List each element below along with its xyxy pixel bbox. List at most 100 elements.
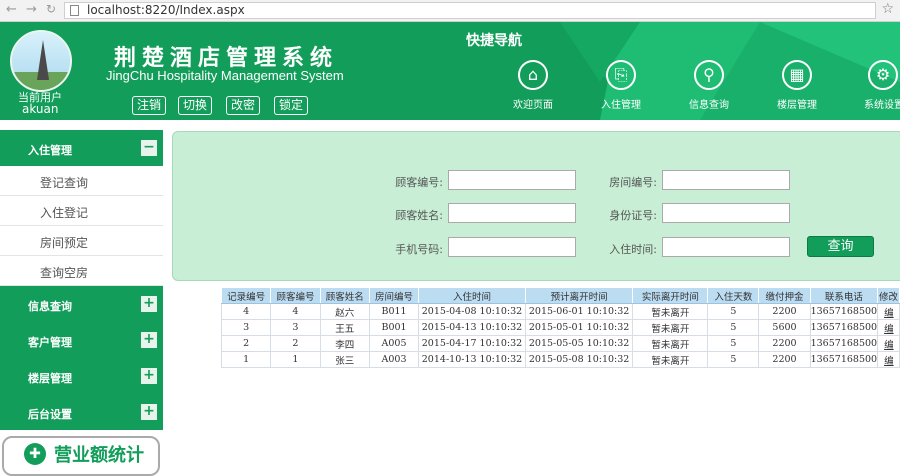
section-label: 客户管理 — [28, 336, 72, 349]
column-header[interactable]: 房间编号 — [368, 287, 420, 304]
table-cell: 暂未离开 — [632, 351, 709, 368]
table-cell: 2015-05-01 10:10:32 — [524, 319, 634, 336]
app-header: 当前用户 akuan 荆楚酒店管理系统 JingChu Hospitality … — [0, 22, 900, 120]
table-cell: 4 — [270, 303, 321, 320]
customer-id-input[interactable] — [448, 170, 576, 190]
table-row: 1 1 张三 A003 2014-10-13 10:10:32 2015-05-… — [220, 351, 900, 368]
quick-nav-floor[interactable]: ▦ 楼层管理 — [762, 60, 832, 111]
table-row: 4 4 赵六 B011 2015-04-08 10:10:32 2015-06-… — [220, 303, 900, 320]
id-card-label: 身份证号: — [609, 209, 657, 222]
table-row: 3 3 王五 B001 2015-04-13 10:10:32 2015-05-… — [220, 319, 900, 336]
change-password-button[interactable]: 改密 — [226, 96, 261, 115]
sidebar-section-info[interactable]: 信息查询 + — [0, 286, 163, 322]
expand-icon[interactable]: + — [141, 332, 157, 348]
quick-nav-welcome[interactable]: ⌂ 欢迎页面 — [498, 60, 568, 111]
section-label: 入住管理 — [28, 144, 72, 157]
table-cell: 2015-04-17 10:10:32 — [418, 335, 526, 352]
table-cell: 4 — [220, 303, 272, 320]
table-cell: 5 — [707, 303, 760, 320]
column-header[interactable]: 预计离开时间 — [524, 287, 634, 304]
edit-link[interactable]: 编 — [877, 351, 900, 368]
column-header[interactable]: 入住时间 — [418, 287, 526, 304]
sidebar-section-checkin[interactable]: 入住管理 − — [0, 130, 163, 166]
quick-nav-label: 楼层管理 — [777, 100, 817, 111]
quick-nav-info-search[interactable]: ⚲ 信息查询 — [674, 60, 744, 111]
reload-icon[interactable]: ↻ — [46, 2, 56, 16]
checkin-icon: ⎘ — [606, 60, 636, 90]
checkin-time-input[interactable] — [662, 237, 790, 257]
sidebar-item-room-reservation[interactable]: 房间预定 — [0, 226, 163, 256]
quick-nav-checkin[interactable]: ⎘ 入住管理 — [586, 60, 656, 111]
table-cell: 2015-04-08 10:10:32 — [418, 303, 526, 320]
table-cell: 2 — [270, 335, 321, 352]
table-cell: 王五 — [319, 319, 370, 336]
revenue-stats-label: 营业额统计 — [54, 445, 144, 466]
table-cell: 3 — [270, 319, 321, 336]
quick-nav-settings[interactable]: ⚙ 系统设置 — [850, 60, 900, 111]
collapse-icon[interactable]: − — [141, 140, 157, 156]
page-icon — [70, 5, 79, 16]
sidebar-item-vacant-rooms[interactable]: 查询空房 — [0, 256, 163, 286]
sidebar-section-customer[interactable]: 客户管理 + — [0, 322, 163, 358]
forward-icon[interactable]: → — [26, 2, 37, 17]
table-cell: 2015-05-08 10:10:32 — [524, 351, 634, 368]
table-cell: 2 — [220, 335, 272, 352]
column-header[interactable]: 顾客编号 — [270, 287, 321, 304]
expand-icon[interactable]: + — [141, 296, 157, 312]
section-label: 后台设置 — [28, 408, 72, 421]
quick-nav-label: 欢迎页面 — [513, 100, 553, 111]
table-cell: 13657168500 — [809, 335, 879, 352]
table-cell: 1 — [220, 351, 272, 368]
column-header[interactable]: 实际离开时间 — [632, 287, 709, 304]
url-field[interactable]: localhost:8220/Index.aspx — [64, 2, 876, 19]
edit-link[interactable]: 编 — [877, 303, 900, 320]
table-cell: 2015-06-01 10:10:32 — [524, 303, 634, 320]
expand-icon[interactable]: + — [141, 404, 157, 420]
column-header[interactable]: 顾客姓名 — [319, 287, 370, 304]
table-cell: 2015-04-13 10:10:32 — [418, 319, 526, 336]
back-icon[interactable]: ← — [6, 2, 17, 17]
quick-nav-label: 入住管理 — [601, 100, 641, 111]
column-header[interactable]: 修改 — [877, 287, 900, 304]
table-cell: 暂未离开 — [632, 335, 709, 352]
switch-user-button[interactable]: 切换 — [178, 96, 213, 115]
id-card-input[interactable] — [662, 203, 790, 223]
edit-link[interactable]: 编 — [877, 335, 900, 352]
sidebar-section-floor[interactable]: 楼层管理 + — [0, 358, 163, 394]
column-header[interactable]: 联系电话 — [809, 287, 879, 304]
edit-link[interactable]: 编 — [877, 319, 900, 336]
table-cell: 13657168500 — [809, 351, 879, 368]
customer-name-input[interactable] — [448, 203, 576, 223]
home-icon: ⌂ — [518, 60, 548, 90]
avatar[interactable] — [10, 30, 72, 92]
quick-nav-title: 快捷导航 — [466, 33, 522, 49]
bookmark-star-icon[interactable]: ☆ — [881, 1, 894, 17]
column-header[interactable]: 缴付押金 — [758, 287, 811, 304]
table-cell: 13657168500 — [809, 319, 879, 336]
phone-label: 手机号码: — [395, 243, 443, 256]
sidebar-section-admin[interactable]: 后台设置 + — [0, 394, 163, 430]
sidebar-item-checkin-register[interactable]: 入住登记 — [0, 196, 163, 226]
expand-icon[interactable]: + — [141, 368, 157, 384]
revenue-stats-button[interactable]: ✚ 营业额统计 — [2, 436, 160, 476]
logout-button[interactable]: 注销 — [132, 96, 167, 115]
table-cell: B001 — [368, 319, 420, 336]
section-label: 楼层管理 — [28, 372, 72, 385]
table-cell: 2014-10-13 10:10:32 — [418, 351, 526, 368]
room-id-input[interactable] — [662, 170, 790, 190]
url-text: localhost:8220/Index.aspx — [87, 3, 245, 17]
query-button[interactable]: 查询 — [807, 236, 874, 257]
sidebar-item-registration-query[interactable]: 登记查询 — [0, 166, 163, 196]
search-panel: 顾客编号: 房间编号: 顾客姓名: 身份证号: 手机号码: 入住时间: 查询 — [172, 131, 900, 281]
table-cell: A003 — [368, 351, 420, 368]
table-cell: 1 — [270, 351, 321, 368]
column-header[interactable]: 记录编号 — [220, 287, 272, 304]
search-icon: ⚲ — [694, 60, 724, 90]
lock-button[interactable]: 锁定 — [274, 96, 309, 115]
gear-icon: ⚙ — [868, 60, 898, 90]
table-cell: 李四 — [319, 335, 370, 352]
table-cell: B011 — [368, 303, 420, 320]
column-header[interactable]: 入住天数 — [707, 287, 760, 304]
section-label: 信息查询 — [28, 300, 72, 313]
phone-input[interactable] — [448, 237, 576, 257]
